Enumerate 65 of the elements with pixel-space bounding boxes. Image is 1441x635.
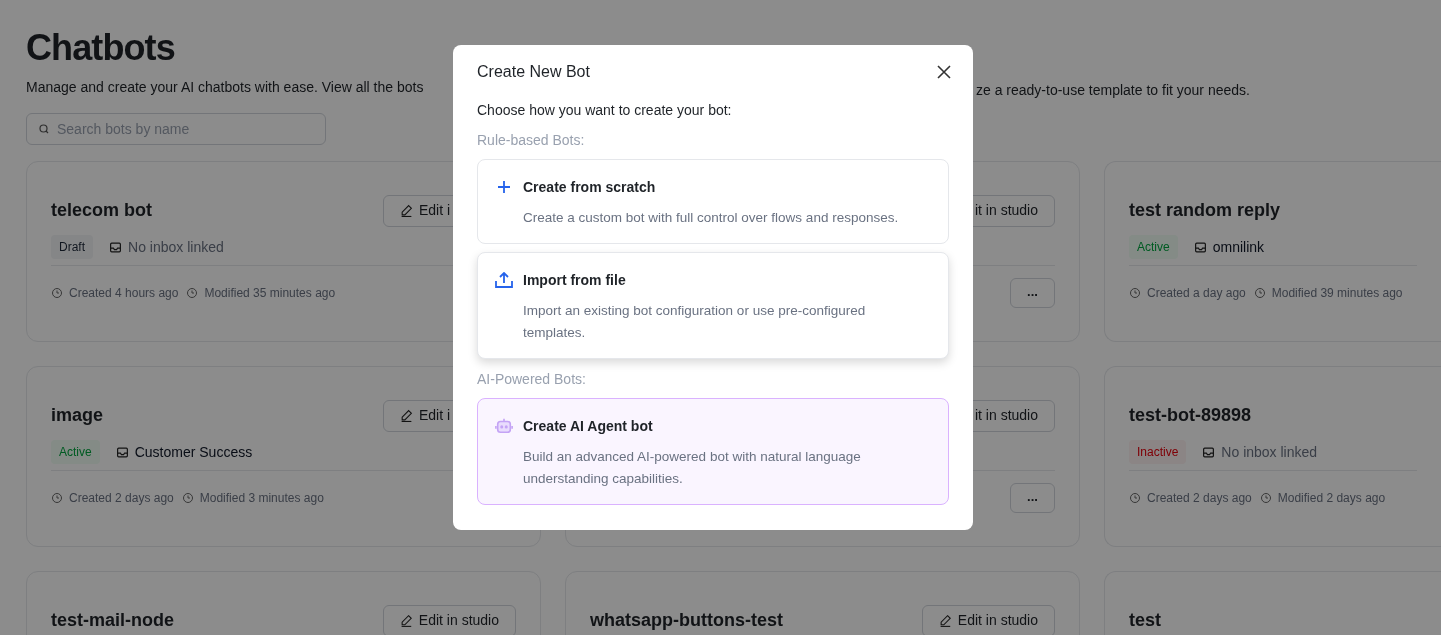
status-badge: Draft [51,235,93,259]
bot-name: test [1129,609,1161,632]
inbox-icon [109,240,122,254]
status-badge: Active [51,440,100,464]
page-description: Manage and create your AI chatbots with ease. View all the bots [26,78,424,97]
timestamp: Created 4 hours ago [69,285,179,302]
search-field[interactable]: Search bots by name [26,113,326,145]
timestamp: Modified 39 minutes ago [1271,285,1403,302]
upload-icon [495,272,513,288]
clock-icon [51,287,63,299]
clock-icon [51,492,63,504]
option-title: Create from scratch [523,177,656,197]
bot-name: test random reply [1129,199,1281,222]
clock-icon [186,287,199,299]
bot-type-option[interactable]: Create AI Agent bot Build an advanced AI-powered bot with natural language understanding capabilities. [477,398,949,505]
timestamp: Created 2 days ago [69,490,174,507]
plus-icon [497,180,511,194]
bot-name: test-mail-node [51,609,174,632]
option-title: Import from file [523,270,626,290]
robot-icon [495,417,513,435]
pencil-icon [400,409,413,422]
pencil-icon [939,614,952,627]
bot-name: image [51,404,104,427]
status-badge: Inactive [1129,440,1187,464]
bot-name: whatsapp-buttons-test [590,609,783,632]
page-title: Chatbots [26,26,176,70]
clock-icon [181,492,194,504]
more-options-button[interactable]: ... [1010,278,1055,308]
timestamp: Modified 2 days ago [1277,490,1386,507]
timestamp: Modified 3 minutes ago [199,490,324,507]
more-options-button[interactable]: ... [1010,483,1055,513]
option-title: Create AI Agent bot [523,416,653,436]
status-badge: Active [1129,235,1178,259]
clock-icon [1253,287,1266,299]
dialog-prompt: Choose how you want to create your bot: [477,101,733,120]
inbox-label: No inbox linked [128,237,224,257]
bot-name: telecom bot [51,199,152,222]
dialog-title: Create New Bot [477,62,590,82]
section-label: AI-Powered Bots: [477,370,587,389]
timestamp: Modified 35 minutes ago [204,285,336,302]
bot-type-option[interactable]: Import from file Import an existing bot configuration or use pre-configured templates. [477,252,949,359]
section-label: Rule-based Bots: [477,131,586,150]
inbox-label: No inbox linked [1221,442,1318,462]
timestamp: Created a day ago [1147,285,1246,302]
option-description: Build an advanced AI-powered bot with natural language understanding capabilities. [523,448,862,488]
bot-name: test-bot-89898 [1129,404,1252,427]
inbox-icon [1193,240,1207,254]
pencil-icon [400,204,413,217]
search-icon [38,123,50,135]
close-button[interactable] [935,63,953,81]
clock-icon [1129,287,1141,299]
pencil-icon [400,614,413,627]
option-description: Import an existing bot configuration or use pre-configured templates. [523,302,867,342]
inbox-icon [1202,445,1216,459]
inbox-label: Customer Success [134,442,253,462]
edit-in-studio-button[interactable]: Edit in studio [383,604,516,635]
page-description: ze a ready-to-use template to fit your needs. [976,81,1250,100]
bot-type-option[interactable]: Create from scratch Create a custom bot with full control over flows and responses. [477,159,949,244]
inbox-icon [115,445,129,459]
timestamp: Created 2 days ago [1147,490,1252,507]
clock-icon [1259,492,1272,504]
option-description: Create a custom bot with full control over flows and responses. [523,209,900,227]
inbox-label: omnilink [1212,237,1265,257]
clock-icon [1129,492,1141,504]
edit-in-studio-button[interactable]: Edit in studio [922,604,1055,635]
